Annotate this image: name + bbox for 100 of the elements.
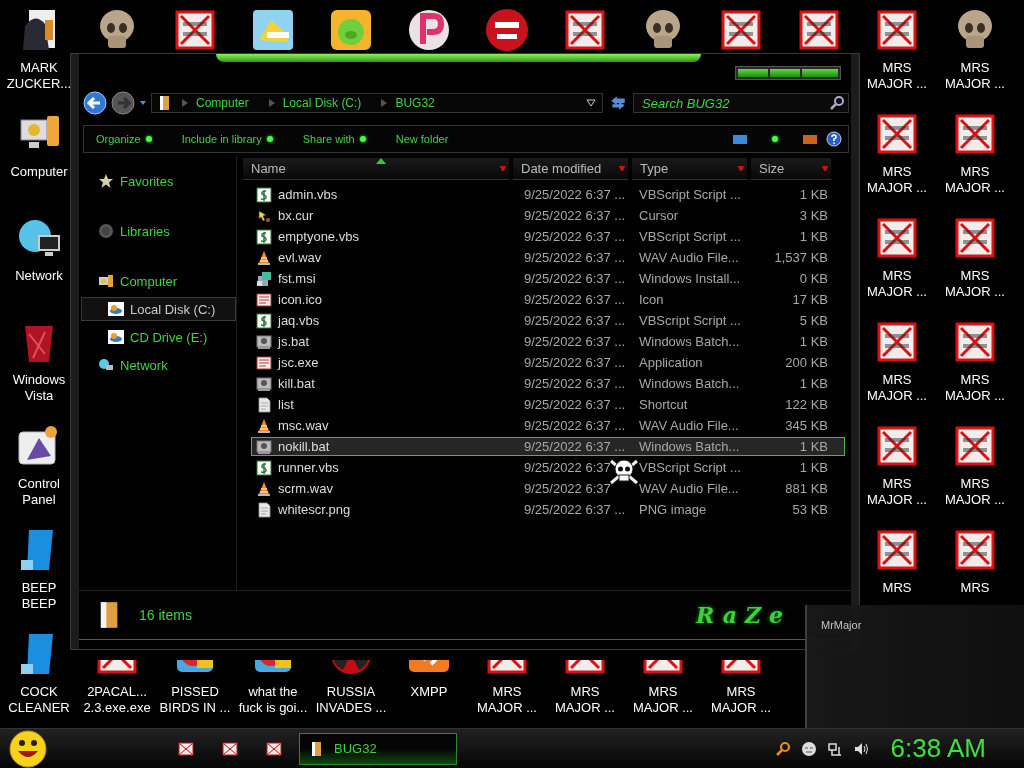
date-cell-text: 9/25/2022 6:37 ... bbox=[523, 229, 627, 244]
toolbar-button[interactable]: Organize bbox=[96, 133, 152, 145]
file-row[interactable]: kill.bat 9/25/2022 6:37 ... Windows Batch... 1 KB bbox=[251, 374, 845, 393]
window-preview[interactable]: MrMajor bbox=[805, 605, 1024, 728]
chevron-icon[interactable] bbox=[182, 99, 188, 107]
nav-pane-row[interactable]: Local Disk (C:) bbox=[81, 297, 236, 321]
file-row[interactable]: whitescr.png 9/25/2022 6:37 ... PNG image 53 KB bbox=[251, 500, 845, 519]
desktop-icon-label[interactable]: PISSED BIRDS IN ... bbox=[159, 684, 231, 716]
nav-pane-item[interactable]: Network bbox=[120, 357, 168, 373]
network-icon[interactable] bbox=[826, 740, 843, 757]
desktop-icon-label[interactable]: MRS bbox=[960, 580, 990, 596]
file-row[interactable]: runner.vbs 9/25/2022 6:37 VBScript Script ... 1 KB bbox=[251, 458, 845, 477]
file-icon bbox=[256, 333, 272, 350]
chevron-icon[interactable] bbox=[268, 99, 275, 107]
quick-launch-icon[interactable] bbox=[266, 740, 282, 757]
desktop-icon-label[interactable]: MRS MAJOR ... bbox=[945, 164, 1005, 196]
column-header[interactable]: Size bbox=[751, 158, 831, 180]
nav-pane-item[interactable]: Favorites bbox=[120, 173, 174, 189]
desktop-icon-label[interactable]: MRS MAJOR ... bbox=[633, 684, 693, 716]
back-button[interactable] bbox=[83, 91, 107, 115]
file-row[interactable]: emptyone.vbs 9/25/2022 6:37 ... VBScript Script ... 1 KB bbox=[251, 227, 845, 246]
file-row[interactable]: jaq.vbs 9/25/2022 6:37 ... VBScript Script ... 5 KB bbox=[251, 311, 845, 330]
desktop-icon-label[interactable]: MRS MAJOR ... bbox=[711, 684, 771, 716]
desktop-icon-label[interactable]: Network bbox=[15, 268, 63, 284]
desktop-icon-label[interactable]: MRS MAJOR ... bbox=[555, 684, 615, 716]
desktop-icon-label[interactable]: 2PACAL... 2.3.exe.exe bbox=[83, 684, 151, 716]
help-icon[interactable] bbox=[826, 131, 842, 147]
toolbar-button[interactable]: Include in library bbox=[181, 133, 273, 145]
file-row[interactable]: msc.wav 9/25/2022 6:37 ... WAV Audio File... 345 KB bbox=[251, 416, 845, 435]
toolbar-button[interactable]: New folder bbox=[395, 133, 449, 145]
file-row[interactable]: nokill.bat 9/25/2022 6:37 ... Windows Batch... 1 KB bbox=[251, 437, 845, 456]
column-header[interactable]: Name bbox=[243, 158, 509, 180]
file-row[interactable]: evl.wav 9/25/2022 6:37 ... WAV Audio File... 1,537 KB bbox=[251, 248, 845, 267]
nav-pane-item[interactable]: Libraries bbox=[120, 223, 170, 239]
dropdown-arrow-icon[interactable] bbox=[139, 99, 147, 107]
breadcrumb[interactable]: Local Disk (C:) bbox=[282, 96, 362, 110]
desktop-icon-label[interactable]: XMPP bbox=[410, 684, 448, 700]
desktop-icon-label[interactable]: MRS MAJOR ... bbox=[867, 268, 927, 300]
desktop-icon-label[interactable]: RUSSIA INVADES ... bbox=[315, 684, 387, 716]
nav-pane-row[interactable]: CD Drive (E:) bbox=[81, 325, 236, 349]
file-icon bbox=[256, 459, 272, 476]
logo-text: RaZe bbox=[695, 602, 791, 628]
desktop-icon-label[interactable]: MRS MAJOR ... bbox=[867, 60, 927, 92]
desktop-icon-label[interactable]: BEEP BEEP bbox=[21, 580, 57, 612]
desktop-icon-label[interactable]: MRS MAJOR ... bbox=[945, 372, 1005, 404]
desktop-icon-label[interactable]: Windows Vista bbox=[12, 372, 66, 404]
breadcrumb[interactable]: Computer bbox=[196, 96, 249, 110]
desktop-icon bbox=[483, 6, 531, 54]
file-row[interactable]: js.bat 9/25/2022 6:37 ... Windows Batch... 1 KB bbox=[251, 332, 845, 351]
size-cell-text: 1 KB bbox=[798, 187, 828, 202]
nav-pane-item[interactable]: Computer bbox=[120, 273, 178, 289]
size-cell-text: 881 KB bbox=[784, 481, 828, 496]
chevron-icon[interactable] bbox=[381, 99, 388, 107]
address-bar[interactable]: Computer Local Disk (C:) BUG32 bbox=[151, 93, 603, 113]
nav-pane-item[interactable]: CD Drive (E:) bbox=[130, 329, 208, 345]
quick-launch-icon[interactable] bbox=[178, 740, 194, 757]
file-row[interactable]: icon.ico 9/25/2022 6:37 ... Icon 17 KB bbox=[251, 290, 845, 309]
refresh-icon[interactable] bbox=[609, 94, 627, 112]
desktop-icon-label[interactable]: Computer bbox=[10, 164, 68, 180]
desktop-icon-label[interactable]: MRS bbox=[882, 580, 912, 596]
toolbar-button[interactable]: Share with bbox=[302, 133, 366, 145]
clock[interactable]: 6:38 AM bbox=[890, 733, 986, 764]
search-icon[interactable] bbox=[774, 740, 791, 757]
desktop-icon-label[interactable]: Control Panel bbox=[18, 476, 60, 508]
desktop-icon-label[interactable]: COCK CLEANER bbox=[8, 684, 70, 716]
file-row[interactable]: list 9/25/2022 6:37 ... Shortcut 122 KB bbox=[251, 395, 845, 414]
forward-button[interactable] bbox=[111, 91, 135, 115]
column-header[interactable]: Date modified bbox=[513, 158, 628, 180]
search-field[interactable]: Search BUG32 bbox=[633, 93, 849, 113]
file-row[interactable]: fst.msi 9/25/2022 6:37 ... Windows Install... 0 KB bbox=[251, 269, 845, 288]
file-row[interactable]: admin.vbs 9/25/2022 6:37 ... VBScript Script ... 1 KB bbox=[251, 185, 845, 204]
desktop-icon-label[interactable]: MRS MAJOR ... bbox=[945, 268, 1005, 300]
file-row[interactable]: jsc.exe 9/25/2022 6:37 ... Application 200 KB bbox=[251, 353, 845, 372]
date-cell-text: 9/25/2022 6:37 ... bbox=[523, 418, 627, 433]
face-icon[interactable] bbox=[800, 740, 817, 757]
file-icon bbox=[256, 375, 272, 392]
desktop-icon-label[interactable]: MRS MAJOR ... bbox=[867, 164, 927, 196]
desktop-icon-label[interactable]: MARK ZUCKER... bbox=[6, 60, 72, 92]
file-name: list bbox=[278, 397, 294, 412]
desktop-icon-label[interactable]: MRS MAJOR ... bbox=[945, 60, 1005, 92]
file-row[interactable]: bx.cur 9/25/2022 6:37 ... Cursor 3 KB bbox=[251, 206, 845, 225]
desktop-icon-label[interactable]: what the fuck is goi... bbox=[238, 684, 308, 716]
quick-launch-icon[interactable] bbox=[222, 740, 238, 757]
desktop-icon-label[interactable]: MRS MAJOR ... bbox=[867, 372, 927, 404]
column-header[interactable]: Type bbox=[632, 158, 747, 180]
nav-pane-item[interactable]: Local Disk (C:) bbox=[130, 301, 216, 317]
menu-dot-icon[interactable] bbox=[772, 136, 778, 142]
type-cell-text: VBScript Script ... bbox=[638, 460, 742, 475]
desktop-icon-label[interactable]: MRS MAJOR ... bbox=[945, 476, 1005, 508]
taskbar-button[interactable]: BUG32 bbox=[299, 732, 457, 765]
file-name: kill.bat bbox=[278, 376, 315, 391]
smiley-start-button[interactable] bbox=[8, 728, 48, 768]
file-name: jsc.exe bbox=[278, 355, 319, 370]
desktop-icon-label[interactable]: MRS MAJOR ... bbox=[867, 476, 927, 508]
date-cell-text: 9/25/2022 6:37 ... bbox=[523, 439, 627, 454]
file-row[interactable]: scrm.wav 9/25/2022 6:37 WAV Audio File... 881 KB bbox=[251, 479, 845, 498]
caret-icon[interactable] bbox=[586, 99, 596, 107]
size-cell-text: 122 KB bbox=[784, 397, 828, 412]
breadcrumb[interactable]: BUG32 bbox=[395, 96, 435, 110]
desktop-icon-label[interactable]: MRS MAJOR ... bbox=[477, 684, 537, 716]
